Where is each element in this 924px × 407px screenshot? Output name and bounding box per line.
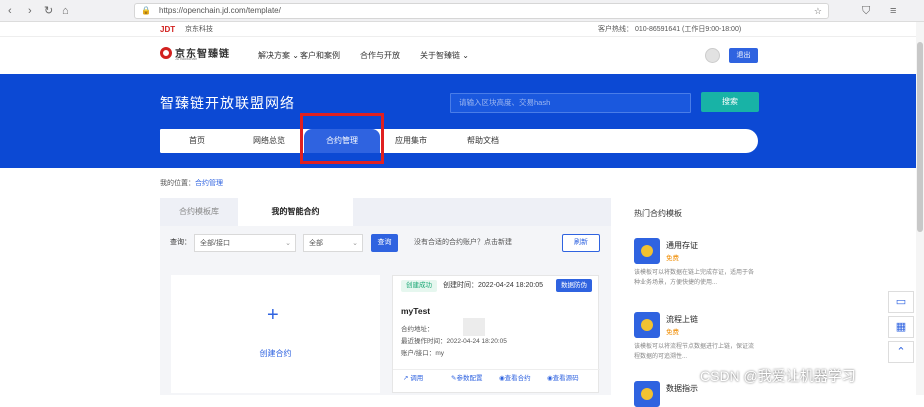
filter-select-status-value: 全部 (309, 240, 323, 247)
create-contract-label: 创建合约 (259, 349, 292, 358)
reload-icon[interactable]: ↻ (44, 4, 53, 18)
shield-icon[interactable]: ⛉ (862, 4, 870, 18)
tab-home[interactable]: 首页 (160, 129, 234, 153)
bookmark-star-icon[interactable]: ☆ (814, 4, 822, 18)
template-desc: 该模板可以将流程节点数据进行上链，保证流程数据的可追溯性... (634, 344, 755, 360)
data-security-button[interactable]: 数据防伪 (556, 279, 592, 292)
contract-latest-time: 最近操作时间：2022-04-24 18:20:05 (401, 335, 507, 345)
template-name: 流程上链 (666, 315, 698, 324)
lock-icon: 🔒 (141, 6, 151, 15)
view-contract-label: 查看合约 (504, 375, 531, 382)
search-button[interactable]: 搜索 (701, 92, 759, 112)
owner-label: 账户/接口： (401, 350, 436, 357)
invoke-label: 调用 (410, 375, 424, 382)
contract-name: myTest (401, 306, 431, 316)
address-bar[interactable]: 🔒 https://openchain.jd.com/template/ ☆ (134, 3, 829, 19)
created-time: 创建时间：2022-04-24 18:20:05 (443, 282, 543, 289)
invoke-action[interactable]: ↗ 调用 (403, 370, 423, 388)
home-icon[interactable]: ⌂ (62, 4, 69, 18)
banner: 智臻链开放联盟网络 请输入区块高度、交易hash 搜索 首页 网络总览 合约管理… (0, 74, 924, 168)
breadcrumb: 我的位置：合约管理 (160, 178, 223, 188)
logout-button[interactable]: 退出 (729, 48, 758, 63)
param-config-label: 参数配置 (456, 375, 483, 382)
template-name: 数据指示 (666, 384, 698, 393)
breadcrumb-current[interactable]: 合约管理 (195, 180, 223, 187)
back-to-top-icon[interactable]: ⌃ (888, 341, 914, 363)
template-name: 通用存证 (666, 241, 698, 250)
chat-icon[interactable]: ▭ (888, 291, 914, 313)
contract-panel: 合约模板库 我的智能合约 查询： 全部/接口 ⌄ 全部 ⌄ 查询 没有合适的合约账户… (160, 198, 611, 395)
jdt-logo[interactable]: JDT (160, 22, 175, 37)
view-source-action[interactable]: ◉查看源码 (547, 370, 579, 388)
hotline-text: 客户热线： 010-86591641 (工作日9:00-18:00) (598, 26, 742, 33)
tab-apps[interactable]: 应用集市 (380, 129, 442, 153)
contract-owner: 账户/接口：my (401, 347, 444, 357)
nav-partners[interactable]: 合作与开放 (360, 50, 400, 61)
template-icon (634, 381, 660, 407)
hot-templates-title: 热门合约模板 (634, 209, 682, 218)
tab-my-contracts[interactable]: 我的智能合约 (238, 198, 353, 226)
contract-card: 创建成功 创建时间：2022-04-24 18:20:05 数据防伪 myTes… (392, 275, 600, 393)
logo-mark-icon (160, 47, 172, 59)
qrcode-icon[interactable]: ▦ (888, 316, 914, 338)
forward-icon[interactable]: › (28, 4, 32, 18)
jdt-brand-name: 京东科技 (185, 26, 213, 33)
scrollbar-thumb[interactable] (917, 42, 923, 232)
view-contract-action[interactable]: ◉查看合约 (499, 370, 531, 388)
breadcrumb-prefix: 我的位置： (160, 180, 195, 187)
search-input[interactable]: 请输入区块高度、交易hash (450, 93, 691, 113)
template-tag: 免费 (666, 255, 679, 262)
template-icon (634, 238, 660, 264)
logo-subtext: JD Blockchain (175, 57, 198, 61)
top-strip: JDT 京东科技 客户热线： 010-86591641 (工作日9:00-18:… (0, 22, 924, 37)
main-nav: 京东智臻链 JD Blockchain 解决方案 ⌄ 客户和案例 合作与开放 关… (0, 37, 924, 74)
refresh-button[interactable]: 刷新 (562, 234, 600, 252)
template-tag: 免费 (666, 329, 679, 336)
contract-address: 合约地址： (401, 323, 434, 333)
contract-actions: ↗ 调用 ✎参数配置 ◉查看合约 ◉查看源码 (393, 369, 600, 387)
filter-select-type[interactable]: 全部/接口 ⌄ (194, 234, 296, 252)
nav-customers[interactable]: 客户和案例 (300, 50, 340, 61)
subtabs: 合约模板库 我的智能合约 (160, 198, 611, 226)
latest-value: 2022-04-24 18:20:05 (446, 338, 507, 345)
query-button[interactable]: 查询 (371, 234, 398, 252)
chevron-down-icon: ⌄ (285, 240, 291, 247)
view-source-label: 查看源码 (552, 375, 579, 382)
browser-toolbar: ‹ › ↻ ⌂ 🔒 https://openchain.jd.com/templ… (0, 0, 924, 22)
back-icon[interactable]: ‹ (8, 4, 12, 18)
template-desc: 该模板可以将数据在链上完成存证，适用于各种业务场景，方便快捷的使用... (634, 270, 755, 286)
menu-icon[interactable]: ≡ (890, 4, 896, 18)
nav-solutions[interactable]: 解决方案 ⌄ (258, 50, 299, 61)
url-text: https://openchain.jd.com/template/ (159, 6, 281, 15)
chevron-down-icon: ⌄ (352, 240, 358, 247)
param-config-action[interactable]: ✎参数配置 (451, 370, 482, 388)
template-icon (634, 312, 660, 338)
filter-select-type-value: 全部/接口 (200, 240, 230, 247)
owner-value: my (435, 350, 444, 357)
avatar[interactable] (705, 48, 720, 63)
main-tabs: 首页 网络总览 合约管理 应用集市 帮助文档 (160, 129, 758, 153)
highlight-box-tab (300, 113, 384, 164)
filter-label: 查询： (170, 239, 191, 246)
filter-bar: 查询： 全部/接口 ⌄ 全部 ⌄ 查询 没有合适的合约账户？点击新建 刷新 (160, 234, 611, 254)
tab-docs[interactable]: 帮助文档 (442, 129, 524, 153)
create-contract-card[interactable]: + 创建合约 (171, 275, 380, 393)
status-badge: 创建成功 (401, 280, 437, 292)
redacted-area (463, 318, 485, 336)
latest-label: 最近操作时间： (401, 338, 447, 345)
site-logo[interactable]: 京东智臻链 JD Blockchain (160, 45, 230, 65)
plus-icon: + (267, 304, 279, 326)
tab-template-library[interactable]: 合约模板库 (160, 198, 238, 226)
nav-about[interactable]: 关于智臻链 ⌄ (420, 50, 469, 61)
tab-network[interactable]: 网络总览 (234, 129, 304, 153)
filter-select-status[interactable]: 全部 ⌄ (303, 234, 363, 252)
address-label: 合约地址： (401, 326, 434, 333)
watermark-text: CSDN @我爱让机器学习 (700, 368, 856, 384)
create-account-hint[interactable]: 没有合适的合约账户？点击新建 (414, 234, 512, 252)
page-title: 智臻链开放联盟网络 (160, 95, 295, 111)
vertical-scrollbar[interactable] (916, 22, 924, 395)
